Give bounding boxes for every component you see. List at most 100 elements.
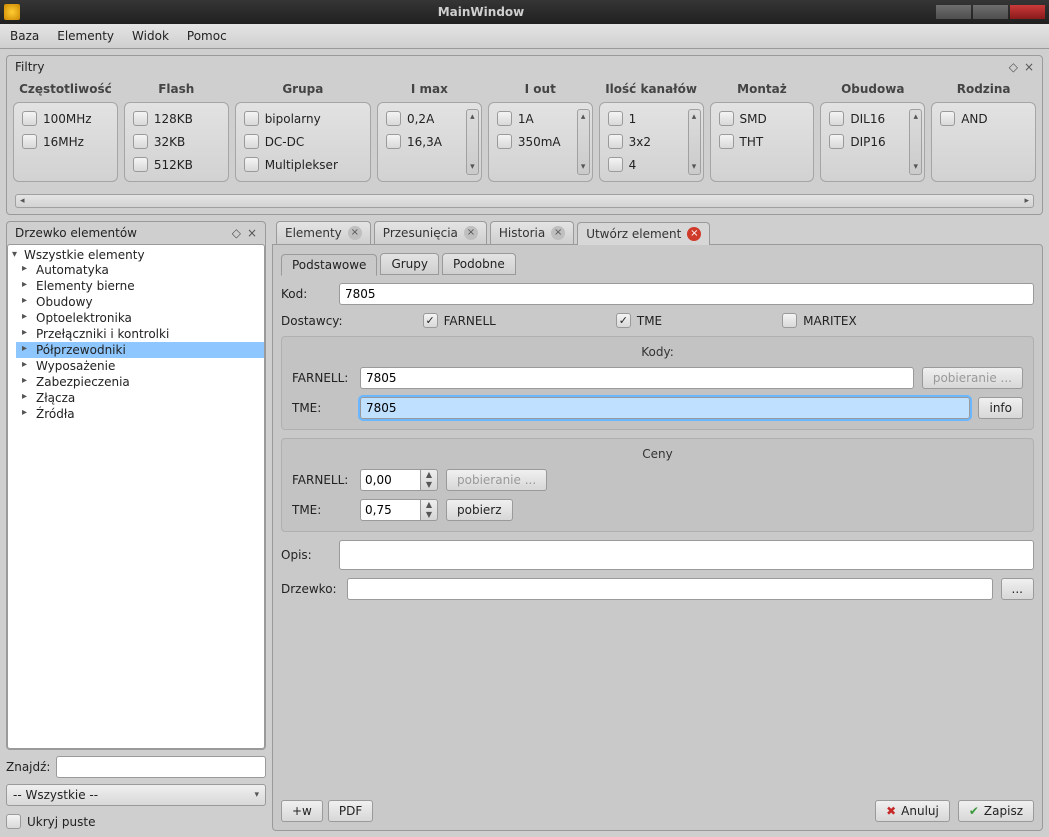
- filter-grupa-bipolarny[interactable]: bipolarny: [244, 111, 362, 126]
- tree-node[interactable]: Automatyka: [16, 262, 264, 278]
- menu-pomoc[interactable]: Pomoc: [187, 29, 227, 43]
- window-title: MainWindow: [26, 5, 936, 19]
- filter-ilosc-scroll[interactable]: ▴▾: [688, 109, 701, 175]
- drzewko-browse-button[interactable]: ...: [1001, 578, 1034, 600]
- filter-iout-scroll[interactable]: ▴▾: [577, 109, 590, 175]
- tme-code-input[interactable]: [360, 397, 970, 419]
- find-input[interactable]: [56, 756, 266, 778]
- filter-iout-350ma[interactable]: 350mA: [497, 134, 584, 149]
- opis-input[interactable]: [339, 540, 1034, 570]
- menu-widok[interactable]: Widok: [132, 29, 169, 43]
- close-icon[interactable]: ×: [551, 226, 565, 240]
- filter-iout-1a[interactable]: 1A: [497, 111, 584, 126]
- supplier-tme-checkbox[interactable]: TME: [616, 313, 662, 328]
- ceny-group: Ceny FARNELL: ▲▼ pobieranie ... TME:: [281, 438, 1034, 532]
- filter-imax-scroll[interactable]: ▴▾: [466, 109, 479, 175]
- filter-imax-02a[interactable]: 0,2A: [386, 111, 473, 126]
- filter-obudowa-dip16[interactable]: DIP16: [829, 134, 916, 149]
- close-icon[interactable]: ×: [464, 226, 478, 240]
- cancel-button[interactable]: ✖Anuluj: [875, 800, 950, 822]
- kod-input[interactable]: [339, 283, 1034, 305]
- filter-obudowa-dil16[interactable]: DIL16: [829, 111, 916, 126]
- subtab-grupy[interactable]: Grupy: [380, 253, 439, 275]
- opis-label: Opis:: [281, 548, 331, 562]
- filters-hscroll[interactable]: ◂▸: [15, 194, 1034, 208]
- tree-node[interactable]: Źródła: [16, 406, 264, 422]
- minimize-button[interactable]: [936, 5, 971, 19]
- filter-col-montaz-title: Montaż: [710, 82, 815, 96]
- tme-info-button[interactable]: info: [978, 397, 1023, 419]
- tree-node[interactable]: Wyposażenie: [16, 358, 264, 374]
- close-icon[interactable]: ×: [687, 227, 701, 241]
- menu-baza[interactable]: Baza: [10, 29, 39, 43]
- filter-freq-16mhz[interactable]: 16MHz: [22, 134, 109, 149]
- filter-grupa-dcdc[interactable]: DC-DC: [244, 134, 362, 149]
- price-tme-spinner[interactable]: ▲▼: [360, 499, 438, 521]
- tree-root[interactable]: Wszystkie elementy: [16, 248, 264, 262]
- check-icon: ✔: [969, 804, 979, 818]
- menu-bar: Baza Elementy Widok Pomoc: [0, 24, 1049, 49]
- filter-flash-512kb[interactable]: 512KB: [133, 157, 220, 172]
- hide-empty-checkbox[interactable]: Ukryj puste: [6, 814, 95, 829]
- filter-ilosc-1[interactable]: 1: [608, 111, 695, 126]
- drzewko-input[interactable]: [347, 578, 993, 600]
- filter-obudowa-scroll[interactable]: ▴▾: [909, 109, 922, 175]
- maximize-button[interactable]: [973, 5, 1008, 19]
- tab-utworz-element[interactable]: Utwórz element×: [577, 222, 710, 245]
- filter-col-grupa-title: Grupa: [235, 82, 371, 96]
- close-button[interactable]: [1010, 5, 1045, 19]
- filter-col-ilosc-title: Ilość kanałów: [599, 82, 704, 96]
- price-farnell-fetch-button[interactable]: pobieranie ...: [446, 469, 547, 491]
- save-button[interactable]: ✔Zapisz: [958, 800, 1034, 822]
- filter-ilosc-3x2[interactable]: 3x2: [608, 134, 695, 149]
- farnell-code-input[interactable]: [360, 367, 914, 389]
- filters-float-icon[interactable]: ◇: [1009, 60, 1018, 74]
- tree-node[interactable]: Zabezpieczenia: [16, 374, 264, 390]
- kody-group: Kody: FARNELL: pobieranie ... TME: info: [281, 336, 1034, 430]
- filter-col-freq-title: Częstotliwość: [13, 82, 118, 96]
- subtab-podobne[interactable]: Podobne: [442, 253, 516, 275]
- tree-node[interactable]: Obudowy: [16, 294, 264, 310]
- tree-panel: Drzewko elementów ◇ × Wszystkie elementy…: [6, 221, 266, 750]
- tree-float-icon[interactable]: ◇: [232, 226, 241, 240]
- drzewko-label: Drzewko:: [281, 582, 339, 596]
- plus-w-button[interactable]: +w: [281, 800, 323, 822]
- filter-rodzina-and[interactable]: AND: [940, 111, 1027, 126]
- tree-title: Drzewko elementów: [15, 226, 137, 240]
- menu-elementy[interactable]: Elementy: [57, 29, 114, 43]
- filter-montaz-tht[interactable]: THT: [719, 134, 806, 149]
- price-farnell-spinner[interactable]: ▲▼: [360, 469, 438, 491]
- tree-node[interactable]: Elementy bierne: [16, 278, 264, 294]
- farnell-fetch-button[interactable]: pobieranie ...: [922, 367, 1023, 389]
- filter-flash-32kb[interactable]: 32KB: [133, 134, 220, 149]
- tree-view[interactable]: Wszystkie elementy AutomatykaElementy bi…: [7, 244, 265, 749]
- filter-col-flash-title: Flash: [124, 82, 229, 96]
- supplier-maritex-checkbox[interactable]: MARITEX: [782, 313, 857, 328]
- tab-elementy[interactable]: Elementy×: [276, 221, 371, 244]
- filter-flash-128kb[interactable]: 128KB: [133, 111, 220, 126]
- filters-close-icon[interactable]: ×: [1024, 60, 1034, 74]
- title-bar: MainWindow: [0, 0, 1049, 24]
- pdf-button[interactable]: PDF: [328, 800, 373, 822]
- filters-panel: Filtry ◇ × Częstotliwość 100MHz 16MHz Fl…: [6, 55, 1043, 215]
- price-tme-label: TME:: [292, 503, 352, 517]
- tree-node[interactable]: Optoelektronika: [16, 310, 264, 326]
- price-tme-fetch-button[interactable]: pobierz: [446, 499, 513, 521]
- filter-imax-163a[interactable]: 16,3A: [386, 134, 473, 149]
- supplier-farnell-checkbox[interactable]: FARNELL: [423, 313, 496, 328]
- tree-node[interactable]: Przełączniki i kontrolki: [16, 326, 264, 342]
- tab-historia[interactable]: Historia×: [490, 221, 574, 244]
- cancel-icon: ✖: [886, 804, 896, 818]
- tree-filter-combo[interactable]: -- Wszystkie --▾: [6, 784, 266, 806]
- filter-freq-100mhz[interactable]: 100MHz: [22, 111, 109, 126]
- dostawcy-label: Dostawcy:: [281, 314, 343, 328]
- close-icon[interactable]: ×: [348, 226, 362, 240]
- filter-grupa-multiplekser[interactable]: Multiplekser: [244, 157, 362, 172]
- tree-close-icon[interactable]: ×: [247, 226, 257, 240]
- filter-ilosc-4[interactable]: 4: [608, 157, 695, 172]
- tab-przesuniecia[interactable]: Przesunięcia×: [374, 221, 487, 244]
- tree-node[interactable]: Złącza: [16, 390, 264, 406]
- tree-node[interactable]: Półprzewodniki: [16, 342, 264, 358]
- subtab-podstawowe[interactable]: Podstawowe: [281, 254, 377, 276]
- filter-montaz-smd[interactable]: SMD: [719, 111, 806, 126]
